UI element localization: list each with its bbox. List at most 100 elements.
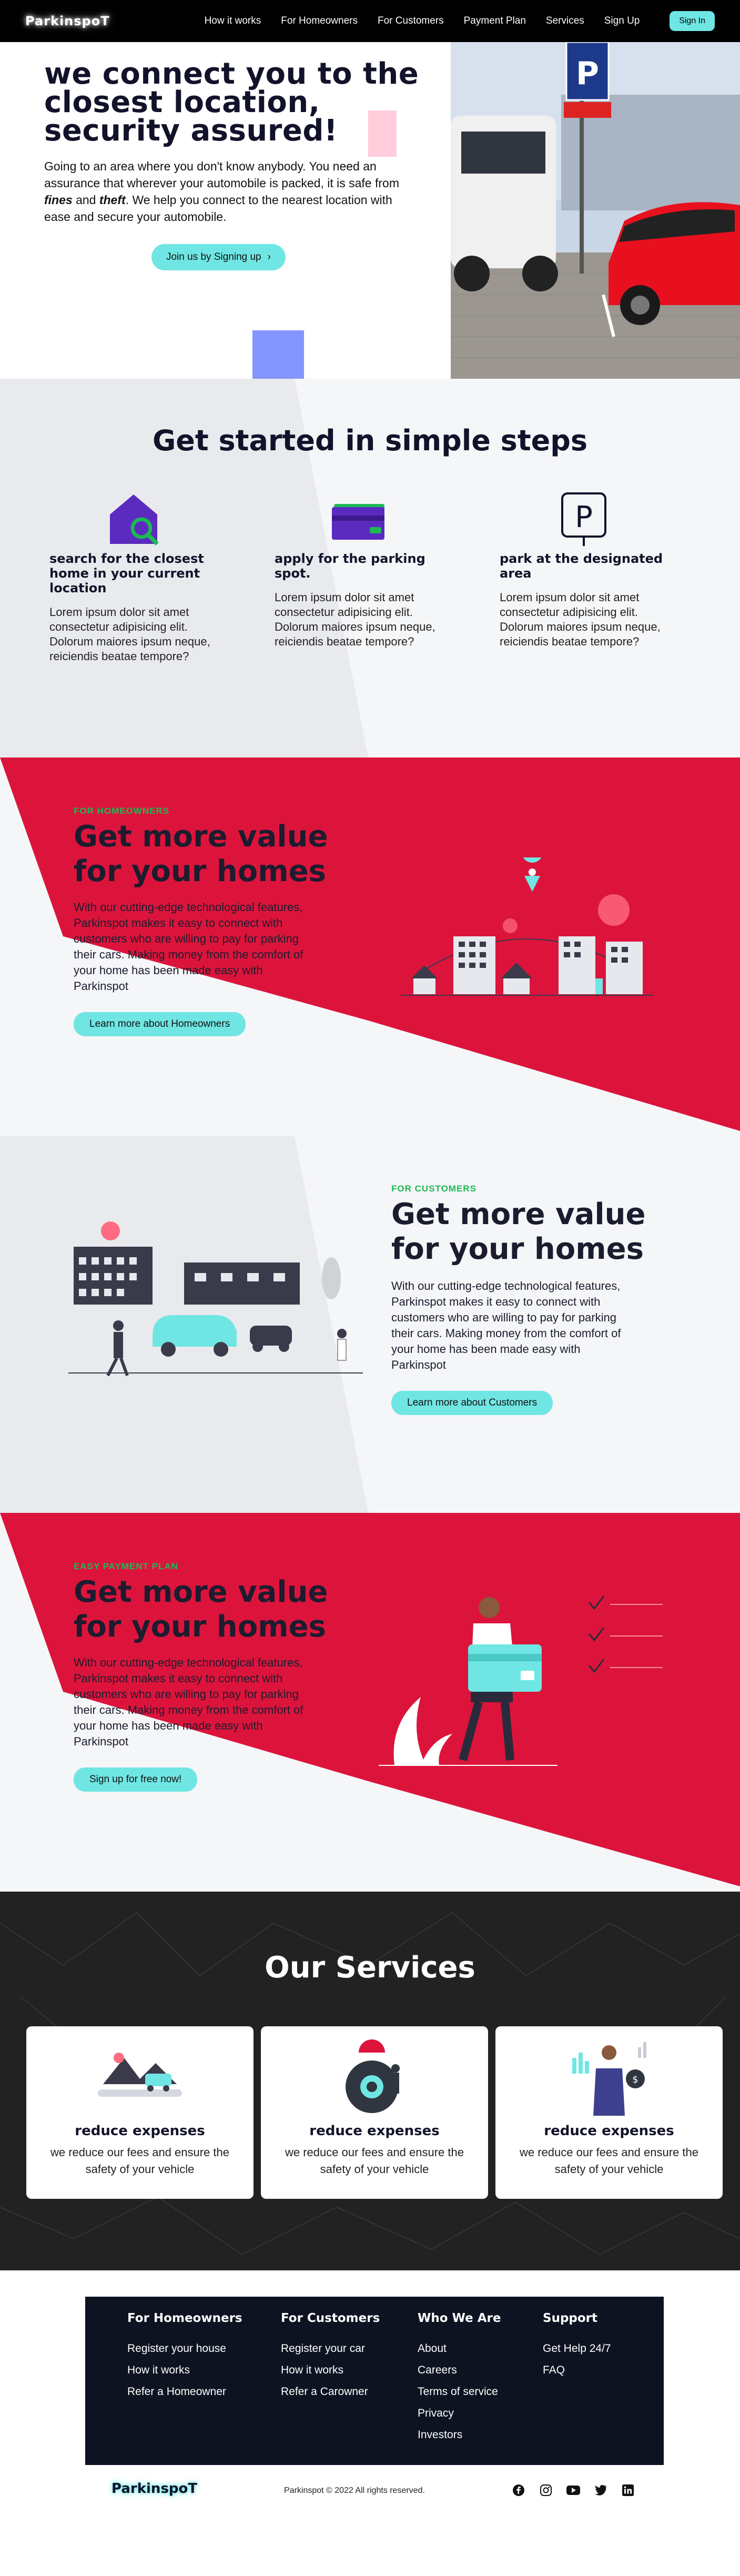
homeowners-section: FOR HOMEOWNERS Get more value for your ho… <box>0 757 740 1136</box>
footer-link-how-it-works[interactable]: How it works <box>127 2359 242 2381</box>
payment-title-line-2: for your homes <box>74 1610 326 1644</box>
footer-link-investors[interactable]: Investors <box>418 2424 501 2446</box>
social-links <box>511 2483 635 2498</box>
hero-parking-photo: P <box>451 42 740 379</box>
twitter-icon[interactable] <box>593 2483 608 2498</box>
sign-in-button[interactable]: Sign In <box>670 11 715 31</box>
coin-symbol: $ <box>632 2074 638 2085</box>
parking-sign-letter: P <box>576 55 599 92</box>
instagram-icon[interactable] <box>539 2483 553 2498</box>
join-signup-label: Join us by Signing up <box>166 251 261 262</box>
services-title: Our Services <box>265 1951 475 1985</box>
top-navbar: ParkinspoT How it works For Homeowners F… <box>0 0 740 42</box>
customers-illustration <box>68 1221 363 1377</box>
step-2: apply for the parking spot. Lorem ipsum … <box>275 491 443 649</box>
steps-section: Get started in simple steps search for t… <box>0 379 740 757</box>
service-card-2-text: we reduce our fees and ensure the safety… <box>285 2146 464 2176</box>
nav-links: How it works For Homeowners For Customer… <box>205 15 640 27</box>
service-card-3-title: reduce expenses <box>544 2123 674 2139</box>
service-card-1-text: we reduce our fees and ensure the safety… <box>50 2146 229 2176</box>
homeowners-illustration <box>401 857 653 996</box>
service-card-3-illustration: $ <box>495 2026 723 2116</box>
service-card-2-illustration <box>261 2026 488 2116</box>
service-card-2-title: reduce expenses <box>309 2123 440 2139</box>
customers-title-line-1: Get more value <box>391 1197 646 1231</box>
footer-col-title: For Customers <box>281 2311 380 2325</box>
service-card-1-title: reduce expenses <box>75 2123 205 2139</box>
hero-em-theft: theft <box>99 193 126 207</box>
nav-link-services[interactable]: Services <box>546 15 584 27</box>
steps-title: Get started in simple steps <box>152 424 588 457</box>
customers-title: Get more value for your homes <box>391 1197 645 1267</box>
nav-link-customers[interactable]: For Customers <box>378 15 444 27</box>
step-1: search for the closest home in your curr… <box>49 491 218 664</box>
service-card-3: $ reduce expenses we reduce our fees and… <box>495 2026 723 2199</box>
service-card-1-illustration <box>26 2026 254 2116</box>
step-3: P park at the designated area Lorem ipsu… <box>500 491 668 649</box>
hero-title: we connect you to the closest location, … <box>44 57 419 148</box>
parking-icon: P <box>500 491 668 546</box>
footer-link-register-house[interactable]: Register your house <box>127 2338 242 2359</box>
youtube-icon[interactable] <box>566 2483 581 2498</box>
nav-link-payment-plan[interactable]: Payment Plan <box>464 15 526 27</box>
footer-bottom-bar: ParkinspoT Parkinspot © 2022 All rights … <box>0 2465 740 2576</box>
copyright-text: Parkinspot © 2022 All rights reserved. <box>284 2486 425 2495</box>
footer-link-careers[interactable]: Careers <box>418 2359 501 2381</box>
footer-link-how-it-works[interactable]: How it works <box>281 2359 380 2381</box>
service-card-1: reduce expenses we reduce our fees and e… <box>26 2026 254 2199</box>
linkedin-icon[interactable] <box>621 2483 635 2498</box>
footer-link-privacy[interactable]: Privacy <box>418 2402 501 2424</box>
payment-title-line-1: Get more value <box>74 1575 328 1609</box>
footer-col-who-we-are: Who We Are About Careers Terms of servic… <box>418 2311 501 2446</box>
footer-link-faq[interactable]: FAQ <box>543 2359 611 2381</box>
learn-customers-button[interactable]: Learn more about Customers <box>391 1391 553 1415</box>
card-icon <box>275 491 443 546</box>
house-search-icon <box>49 491 218 546</box>
customers-text: With our cutting-edge technological feat… <box>391 1279 621 1371</box>
join-signup-button[interactable]: Join us by Signing up › <box>151 244 286 270</box>
hero-text-part: Going to an area where you don't know an… <box>44 159 399 190</box>
homeowners-title: Get more value for your homes <box>74 820 328 889</box>
footer-link-terms[interactable]: Terms of service <box>418 2381 501 2402</box>
learn-homeowners-button[interactable]: Learn more about Homeowners <box>74 1012 246 1036</box>
footer-link-refer-homeowner[interactable]: Refer a Homeowner <box>127 2381 242 2402</box>
parking-letter: P <box>575 500 593 534</box>
step-1-title: search for the closest home in your curr… <box>49 551 204 595</box>
homeowners-title-line-2: for your homes <box>74 854 326 888</box>
services-section: Our Services reduce expenses we reduce o… <box>0 1892 740 2270</box>
payment-illustration <box>379 1595 663 1766</box>
footer-col-title: Support <box>543 2311 598 2325</box>
nav-link-sign-up[interactable]: Sign Up <box>604 15 640 27</box>
step-2-text: Lorem ipsum dolor sit amet consectetur a… <box>275 591 435 648</box>
hero-text-part: and <box>72 193 99 207</box>
homeowners-text: With our cutting-edge technological feat… <box>74 901 303 993</box>
nav-link-how-it-works[interactable]: How it works <box>205 15 261 27</box>
footer-col-homeowners: For Homeowners Register your house How i… <box>127 2311 242 2402</box>
footer-link-about[interactable]: About <box>418 2338 501 2359</box>
footer-link-register-car[interactable]: Register your car <box>281 2338 380 2359</box>
hero-text: Going to an area where you don't know an… <box>44 158 412 225</box>
customers-title-line-2: for your homes <box>391 1232 644 1266</box>
step-2-title: apply for the parking spot. <box>275 551 425 581</box>
footer-col-title: For Homeowners <box>127 2311 242 2325</box>
service-card-3-text: we reduce our fees and ensure the safety… <box>519 2146 698 2176</box>
footer-link-refer-carowner[interactable]: Refer a Carowner <box>281 2381 380 2402</box>
nav-link-homeowners[interactable]: For Homeowners <box>281 15 358 27</box>
decor-blue-rect <box>252 330 304 379</box>
hero-em-fines: fines <box>44 193 73 207</box>
homeowners-kicker: FOR HOMEOWNERS <box>74 806 170 816</box>
signup-free-button[interactable]: Sign up for free now! <box>74 1767 198 1792</box>
facebook-icon[interactable] <box>511 2483 526 2498</box>
payment-section: EASY PAYMENT PLAN Get more value for your… <box>0 1513 740 1892</box>
customers-kicker: FOR CUSTOMERS <box>391 1184 477 1194</box>
footer-links-panel: For Homeowners Register your house How i… <box>85 2297 664 2465</box>
brand-logo[interactable]: ParkinspoT <box>25 14 110 28</box>
customers-section: FOR CUSTOMERS Get more value for your hom… <box>0 1136 740 1513</box>
footer-col-support: Support Get Help 24/7 FAQ <box>543 2311 611 2381</box>
footer-col-title: Who We Are <box>418 2311 501 2325</box>
homeowners-title-line-1: Get more value <box>74 820 328 854</box>
footer-logo[interactable]: ParkinspoT <box>111 2481 197 2497</box>
footer-link-get-help[interactable]: Get Help 24/7 <box>543 2338 611 2359</box>
hero-section: we connect you to the closest location, … <box>0 42 740 379</box>
payment-title: Get more value for your homes <box>74 1575 328 1644</box>
